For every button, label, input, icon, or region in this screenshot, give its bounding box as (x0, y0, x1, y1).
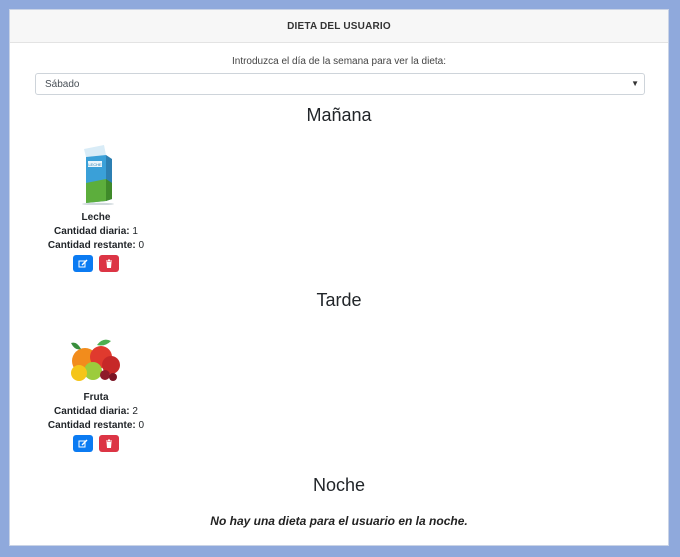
section-title-afternoon: Tarde (316, 290, 362, 310)
daily-amount-label: Cantidad diaria: (54, 226, 130, 237)
item-actions (31, 435, 161, 452)
daily-amount: Cantidad diaria: 2 (31, 406, 161, 417)
daily-amount-label: Cantidad diaria: (54, 406, 130, 417)
trash-icon (106, 259, 112, 268)
day-prompt: Introduzca el día de la semana para ver … (231, 56, 447, 67)
delete-button[interactable] (99, 255, 119, 272)
item-name: Fruta (83, 392, 109, 403)
section-title-morning: Mañana (306, 105, 372, 125)
edit-button[interactable] (73, 435, 93, 452)
remaining-amount-value: 0 (138, 240, 145, 251)
daily-amount-value: 1 (132, 226, 138, 237)
milk-carton-image: LECHE (82, 145, 114, 206)
day-select-value: Sábado (45, 78, 80, 90)
card-header: DIETA DEL USUARIO (10, 10, 668, 43)
fruit-image (71, 339, 120, 381)
edit-icon (78, 259, 88, 267)
diet-item-fruit: Fruta Cantidad diaria: 2 Cantidad restan… (31, 335, 161, 452)
diet-card: DIETA DEL USUARIO Introduzca el día de l… (9, 9, 669, 546)
diet-item-milk: LECHE Leche Cantidad diaria: 1 Cantidad … (31, 143, 161, 272)
trash-icon (106, 439, 112, 448)
item-actions (31, 255, 161, 272)
edit-button[interactable] (73, 255, 93, 272)
remaining-amount-value: 0 (138, 420, 145, 431)
day-select[interactable]: Sábado ▼ (35, 73, 645, 95)
chevron-down-icon: ▼ (631, 79, 639, 88)
section-title-night: Noche (312, 475, 366, 495)
milk-carton-label: LECHE (88, 162, 102, 167)
night-empty-message: No hay una dieta para el usuario en la n… (210, 514, 468, 528)
remaining-amount: Cantidad restante: 0 (31, 420, 161, 431)
remaining-amount-label: Cantidad restante: (47, 420, 136, 431)
edit-icon (78, 439, 88, 447)
remaining-amount: Cantidad restante: 0 (31, 240, 161, 251)
item-name: Leche (81, 212, 111, 223)
page-title: DIETA DEL USUARIO (287, 20, 391, 32)
daily-amount-value: 2 (132, 406, 138, 417)
remaining-amount-label: Cantidad restante: (47, 240, 136, 251)
delete-button[interactable] (99, 435, 119, 452)
daily-amount: Cantidad diaria: 1 (31, 226, 161, 237)
